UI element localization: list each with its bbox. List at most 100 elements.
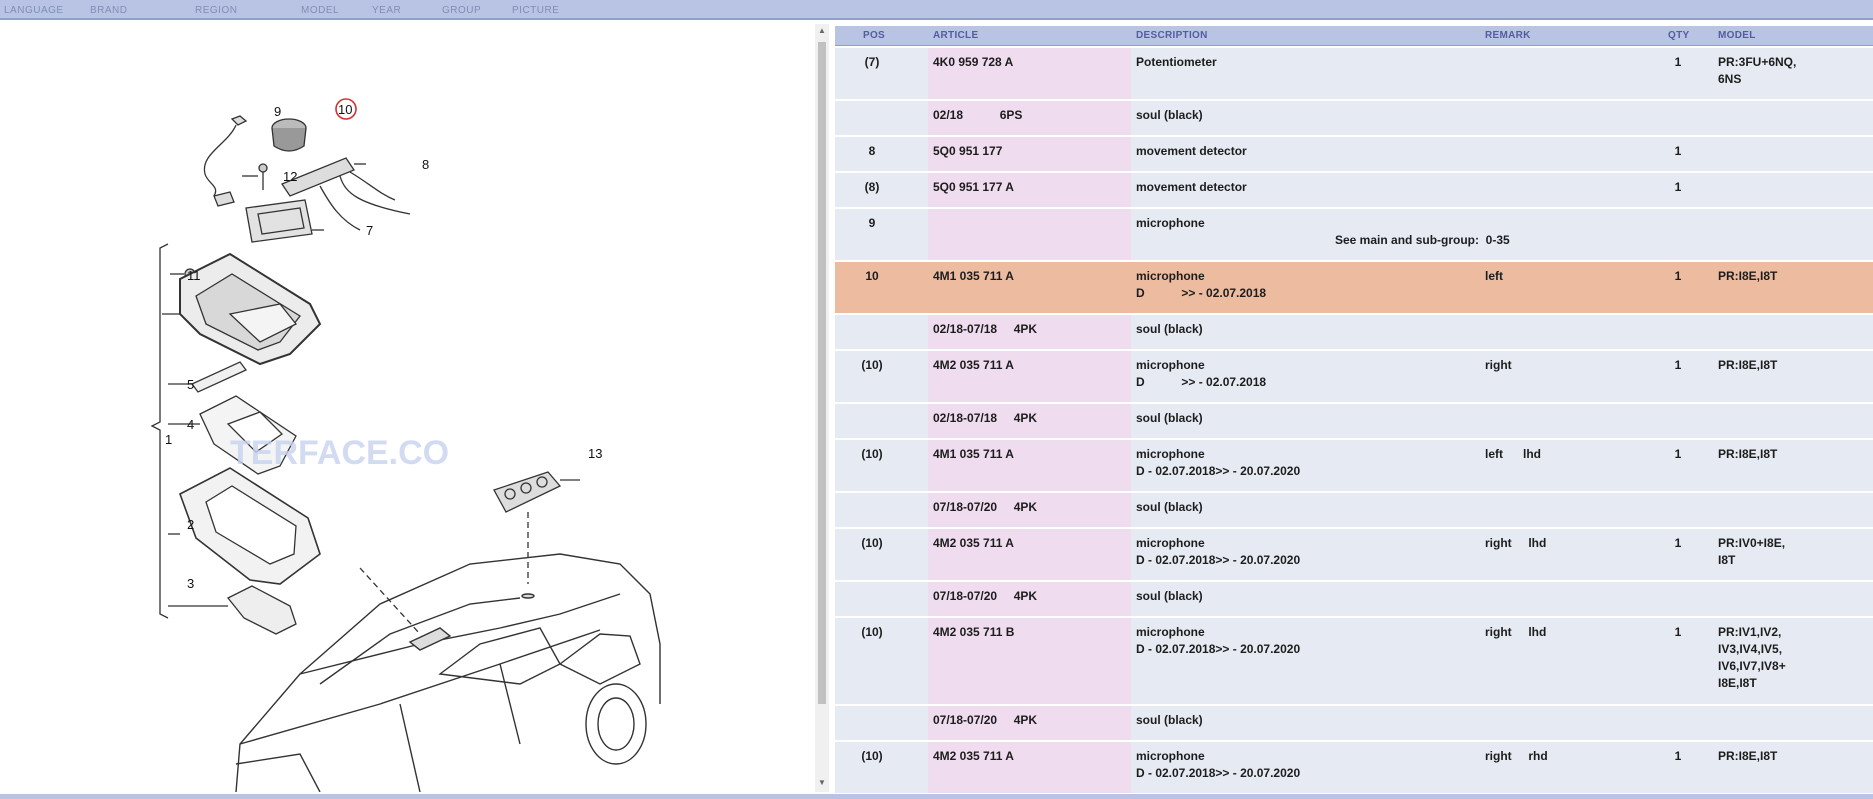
callout-8: 8 xyxy=(422,157,429,172)
col-pos-header[interactable]: POS xyxy=(863,30,885,41)
part-9-cable xyxy=(230,115,248,126)
cell-article[interactable]: 02/18-07/18 4PK xyxy=(933,321,1037,338)
table-row[interactable]: 07/18-07/20 4PK soul (black) xyxy=(835,580,1873,616)
nav-language[interactable]: LANGUAGE xyxy=(4,5,64,16)
callout-1: 1 xyxy=(165,432,172,447)
part-3-bezel xyxy=(226,585,297,635)
nav-model[interactable]: MODEL xyxy=(301,5,339,16)
callout-11: 11 xyxy=(187,268,201,283)
cell-model: PR:3FU+6NQ, 6NS xyxy=(1718,55,1797,86)
cell-pos: 8 xyxy=(868,144,876,158)
cell-pos: (10) xyxy=(861,625,883,639)
cell-model: PR:IV0+I8E, I8T xyxy=(1718,536,1786,567)
cell-pos: (10) xyxy=(861,749,883,763)
cell-article[interactable]: 4M2 035 711 A xyxy=(933,357,1014,374)
nav-region[interactable]: REGION xyxy=(195,5,237,16)
table-row[interactable]: 8 5Q0 951 177 movement detector 1 xyxy=(835,135,1873,171)
cell-article[interactable]: 4M1 035 711 A xyxy=(933,268,1014,285)
cell-description: microphone D - 02.07.2018>> - 20.07.2020 xyxy=(1136,447,1301,478)
table-row[interactable]: 02/18 6PS soul (black) xyxy=(835,99,1873,135)
cell-description: Potentiometer xyxy=(1136,55,1217,69)
callout-12: 12 xyxy=(283,169,297,184)
table-row[interactable]: 9 microphone See main and sub-group: 0-35 xyxy=(835,207,1873,260)
table-row[interactable]: 07/18-07/20 4PK soul (black) xyxy=(835,491,1873,527)
callout-4: 4 xyxy=(187,417,194,432)
cell-note-link[interactable]: See main and sub-group: 0-35 xyxy=(1335,232,1510,249)
col-qty-header[interactable]: QTY xyxy=(1668,30,1689,41)
cell-article[interactable]: 02/18 6PS xyxy=(933,107,1022,124)
cell-description: microphone D - 02.07.2018>> - 20.07.2020 xyxy=(1136,749,1301,780)
cell-article[interactable]: 07/18-07/20 4PK xyxy=(933,712,1037,729)
table-row[interactable]: (8) 5Q0 951 177 A movement detector 1 xyxy=(835,171,1873,207)
cell-description: microphone xyxy=(1136,216,1205,230)
callout-10: 10 xyxy=(338,102,352,117)
col-article-header[interactable]: ARTICLE xyxy=(933,30,978,41)
part-5-strip xyxy=(190,361,248,393)
part-9-plug xyxy=(213,191,235,207)
cell-description: soul (black) xyxy=(1136,411,1203,425)
scrollbar-thumb[interactable] xyxy=(818,42,826,704)
scroll-down-icon[interactable]: ▼ xyxy=(818,778,826,787)
cell-description: soul (black) xyxy=(1136,322,1203,336)
cell-remark: right lhd xyxy=(1485,625,1547,639)
cell-article[interactable]: 02/18-07/18 4PK xyxy=(933,410,1037,427)
callout-5: 5 xyxy=(187,377,194,392)
cell-description: microphone D - 02.07.2018>> - 20.07.2020 xyxy=(1136,536,1301,567)
cell-model: PR:I8E,I8T xyxy=(1718,269,1778,283)
cell-article[interactable]: 5Q0 951 177 A xyxy=(933,179,1014,196)
table-row[interactable]: 02/18-07/18 4PK soul (black) xyxy=(835,313,1873,349)
scroll-up-icon[interactable]: ▲ xyxy=(818,26,826,35)
cell-qty: 1 xyxy=(1674,269,1682,283)
cell-pos: (10) xyxy=(861,536,883,550)
cell-remark: left xyxy=(1485,269,1503,283)
table-row[interactable]: (10) 4M2 035 711 B microphone D - 02.07.20… xyxy=(835,616,1873,704)
cell-remark: left lhd xyxy=(1485,447,1541,461)
car-outline xyxy=(235,553,661,792)
cell-article[interactable]: 5Q0 951 177 xyxy=(933,143,1002,160)
col-description-header[interactable]: DESCRIPTION xyxy=(1136,30,1208,41)
cell-article[interactable]: 4M1 035 711 A xyxy=(933,446,1014,463)
exploded-view-diagram: TERFACE.CO 9 10 12 8 7 11 5 4 1 2 3 13 xyxy=(150,98,661,792)
cell-model: PR:I8E,I8T xyxy=(1718,749,1778,763)
table-row[interactable]: 07/18-07/20 4PK soul (black) xyxy=(835,704,1873,740)
cell-article[interactable]: 4M2 035 711 A xyxy=(933,535,1014,552)
callout-13: 13 xyxy=(588,446,602,461)
callout-3: 3 xyxy=(187,576,194,591)
cell-description: movement detector xyxy=(1136,180,1247,194)
table-row[interactable]: (10) 4M2 035 711 A microphone D >> - 02.07… xyxy=(835,349,1873,402)
nav-group[interactable]: GROUP xyxy=(442,5,481,16)
cell-article[interactable]: 4M2 035 711 A xyxy=(933,748,1014,765)
cell-pos: 10 xyxy=(865,269,879,283)
cell-model: PR:I8E,I8T xyxy=(1718,447,1778,461)
table-row[interactable]: (10) 4M2 035 711 A microphone D - 02.07.20… xyxy=(835,527,1873,580)
cell-description: movement detector xyxy=(1136,144,1247,158)
illustration-scrollbar[interactable]: ▲ ▼ xyxy=(815,24,829,792)
cell-description: microphone D >> - 02.07.2018 xyxy=(1136,269,1267,300)
col-remark-header[interactable]: REMARK xyxy=(1485,30,1531,41)
table-row[interactable]: (7) 4K0 959 728 A Potentiometer 1 PR:3FU+6NQ… xyxy=(835,46,1873,99)
cell-description: microphone D >> - 02.07.2018 xyxy=(1136,358,1267,389)
table-row[interactable]: 10 4M1 035 711 A microphone D >> - 02.07.2… xyxy=(835,260,1873,313)
cell-pos: (10) xyxy=(861,358,883,372)
parts-illustration: TERFACE.CO 9 10 12 8 7 11 5 4 1 2 3 13 xyxy=(0,24,812,792)
cell-article[interactable]: 4M2 035 711 B xyxy=(933,624,1014,641)
table-row[interactable]: (10) 4M2 035 711 A microphone D - 02.07.20… xyxy=(835,740,1873,793)
cell-qty: 1 xyxy=(1674,625,1682,639)
callout-2: 2 xyxy=(187,517,194,532)
part-13-unit xyxy=(493,471,562,513)
cell-description: microphone D - 02.07.2018>> - 20.07.2020 xyxy=(1136,625,1301,656)
table-row[interactable]: (10) 4M1 035 711 A microphone D - 02.07.20… xyxy=(835,438,1873,491)
cell-article[interactable]: 07/18-07/20 4PK xyxy=(933,499,1037,516)
cell-qty: 1 xyxy=(1674,144,1682,158)
callout-9: 9 xyxy=(274,104,281,119)
table-row[interactable]: 02/18-07/18 4PK soul (black) xyxy=(835,402,1873,438)
cell-qty: 1 xyxy=(1674,358,1682,372)
cell-qty: 1 xyxy=(1674,447,1682,461)
cell-article[interactable]: 4K0 959 728 A xyxy=(933,54,1013,71)
nav-brand[interactable]: BRAND xyxy=(90,5,128,16)
col-model-header[interactable]: MODEL xyxy=(1718,30,1756,41)
nav-picture[interactable]: PICTURE xyxy=(512,5,559,16)
nav-year[interactable]: YEAR xyxy=(372,5,401,16)
cell-pos: (8) xyxy=(864,180,880,194)
cell-article[interactable]: 07/18-07/20 4PK xyxy=(933,588,1037,605)
